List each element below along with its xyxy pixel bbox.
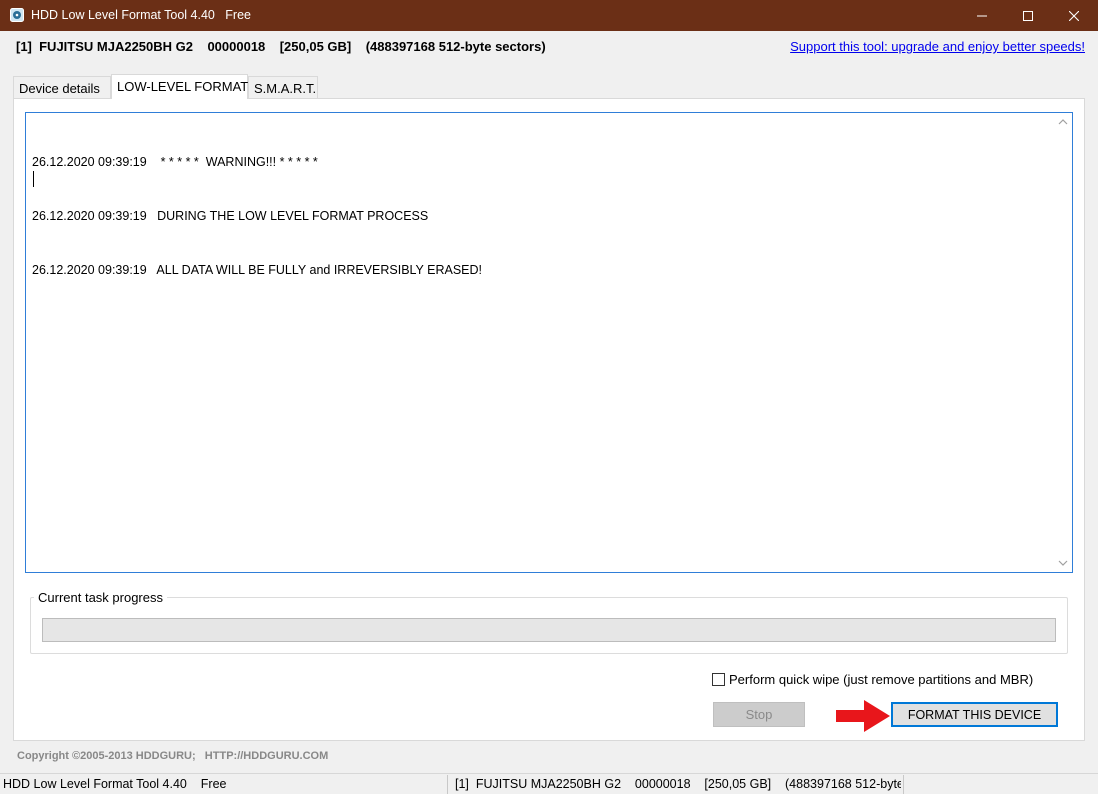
tab-low-level-format[interactable]: LOW-LEVEL FORMAT [111,74,248,99]
tab-device-details[interactable]: Device details [13,76,111,99]
quick-wipe-label[interactable]: Perform quick wipe (just remove partitio… [729,672,1033,687]
maximize-button[interactable] [1005,0,1051,31]
log-line: 26.12.2020 09:39:19 ALL DATA WILL BE FUL… [32,263,483,277]
scroll-up-icon[interactable] [1058,117,1068,127]
stop-button[interactable]: Stop [713,702,805,727]
support-upgrade-link[interactable]: Support this tool: upgrade and enjoy bet… [790,39,1085,54]
quick-wipe-checkbox[interactable] [712,673,725,686]
text-caret [33,171,34,187]
status-divider [903,775,904,794]
close-icon [1069,10,1079,21]
window-title: HDD Low Level Format Tool 4.40 Free [31,8,252,22]
format-device-button[interactable]: FORMAT THIS DEVICE [891,702,1058,727]
copyright-text: Copyright ©2005-2013 HDDGURU; HTTP://HDD… [17,750,329,762]
title-bar[interactable]: HDD Low Level Format Tool 4.40 Free [0,0,1098,31]
progress-label: Current task progress [34,590,167,605]
close-button[interactable] [1051,0,1097,31]
status-divider [447,775,448,794]
status-app-name: HDD Low Level Format Tool 4.40 Free [3,777,227,791]
selected-device-info: [1] FUJITSU MJA2250BH G2 00000018 [250,0… [16,39,546,54]
status-device-info: [1] FUJITSU MJA2250BH G2 00000018 [250,0… [455,777,901,791]
maximize-icon [1023,10,1033,21]
log-line: 26.12.2020 09:39:19 * * * * * WARNING!!!… [32,155,318,169]
hdd-tool-icon [10,8,24,22]
red-arrow-icon [836,700,890,732]
minimize-button[interactable] [959,0,1005,31]
status-bar: HDD Low Level Format Tool 4.40 Free [1] … [0,773,1098,794]
log-lines: 26.12.2020 09:39:19 * * * * * WARNING!!!… [32,117,482,315]
minimize-icon [977,15,987,16]
log-textarea[interactable]: 26.12.2020 09:39:19 * * * * * WARNING!!!… [25,112,1073,573]
scroll-down-icon[interactable] [1058,558,1068,568]
task-progress-bar [42,618,1056,642]
tab-smart[interactable]: S.M.A.R.T. [248,76,318,99]
log-line: 26.12.2020 09:39:19 DURING THE LOW LEVEL… [32,209,429,223]
